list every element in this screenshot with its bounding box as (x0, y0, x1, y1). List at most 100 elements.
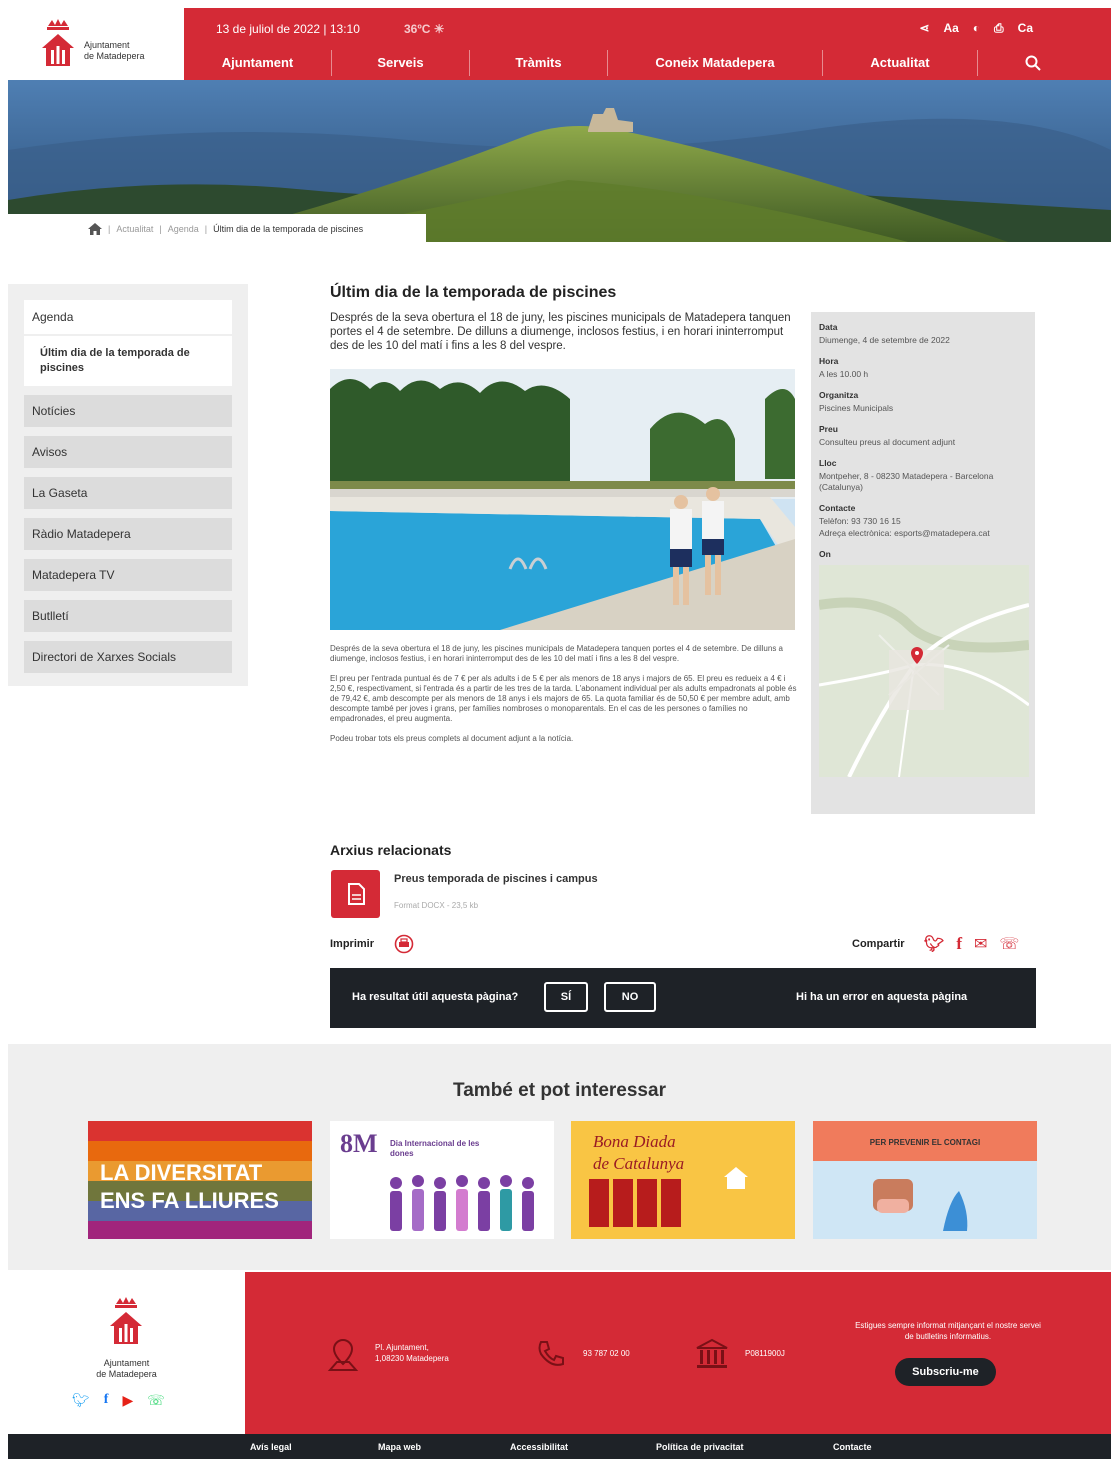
search-icon (1025, 55, 1041, 71)
date-time: 13 de juliol de 2022 | 13:10 (216, 22, 360, 36)
event-info-panel: Data Diumenge, 4 de setembre de 2022 Hor… (811, 312, 1035, 814)
breadcrumb-actualitat[interactable]: Actualitat (116, 224, 153, 234)
footer-phone[interactable]: 93 787 02 00 (583, 1348, 630, 1359)
site-logo[interactable]: Ajuntament de Matadepera (8, 8, 184, 80)
twitter-icon[interactable]: 🐦︎ (924, 934, 944, 954)
temperature: 36ºC ☀ (404, 22, 445, 36)
search-button[interactable] (978, 54, 1088, 72)
file-meta: Format DOCX - 23,5 kb (394, 901, 479, 910)
card-caption: Dia Internacional de les dones (390, 1139, 480, 1158)
info-label-preu: Preu (819, 424, 838, 434)
youtube-icon[interactable]: ▶ (122, 1392, 133, 1409)
info-value-preu: Consulteu preus al document adjunt (819, 437, 956, 447)
breadcrumb-agenda[interactable]: Agenda (168, 224, 199, 234)
sidebar-item-agenda[interactable]: Agenda (24, 300, 232, 334)
whatsapp-icon[interactable]: ☏ (147, 1392, 165, 1409)
sidebar-item-tv[interactable]: Matadepera TV (24, 559, 232, 591)
share-icons: 🐦︎ f ✉ ☏ (924, 934, 1019, 954)
footer-link-accessibilitat[interactable]: Accessibilitat (510, 1442, 568, 1452)
share-icon[interactable]: ⋖ (919, 21, 929, 36)
related-card-8m[interactable]: 8M Dia Internacional de les dones (330, 1121, 554, 1239)
share-label: Compartir (852, 938, 905, 950)
nav-tramits[interactable]: Tràmits (470, 50, 608, 76)
article-paragraph: El preu per l'entrada puntual és de 7 € … (330, 674, 797, 723)
sidebar-item-xarxes[interactable]: Directori de Xarxes Socials (24, 641, 232, 673)
soap-illustration (873, 1179, 968, 1231)
footer-logo-area: Ajuntament de Matadepera 🐦︎ f ▶ ☏ (8, 1272, 245, 1434)
sidebar-item-noticies[interactable]: Notícies (24, 395, 232, 427)
document-icon (348, 883, 365, 905)
whatsapp-icon[interactable]: ☏ (999, 934, 1019, 954)
sidebar-item-radio[interactable]: Ràdio Matadepera (24, 518, 232, 550)
report-error-link[interactable]: Hi ha un error en aquesta pàgina (796, 991, 967, 1003)
email-icon[interactable]: ✉ (974, 934, 987, 954)
footer-links: Avís legal Mapa web Accessibilitat Polít… (8, 1434, 1111, 1459)
nav-actualitat[interactable]: Actualitat (823, 50, 978, 76)
language-selector[interactable]: Ca (1018, 21, 1033, 36)
footer-org-name: Ajuntament de Matadepera (96, 1358, 157, 1379)
actions-row: Imprimir Compartir 🐦︎ f ✉ ☏ (330, 934, 1036, 956)
facebook-icon[interactable]: f (956, 934, 962, 954)
related-card-diada[interactable]: Bona Diada de Catalunya (571, 1121, 795, 1239)
sidebar-item-current[interactable]: Últim dia de la temporada de piscines (24, 336, 232, 386)
footer-social: 🐦︎ f ▶ ☏ (72, 1392, 165, 1409)
info-value-email[interactable]: Adreça electrònica: esports@matadepera.c… (819, 528, 1027, 539)
subscribe-button[interactable]: Subscriu-me (895, 1358, 996, 1386)
file-name-link[interactable]: Preus temporada de piscines i campus (394, 873, 598, 885)
card-text: Bona Diada (593, 1132, 676, 1151)
footer-link-avis-legal[interactable]: Avís legal (250, 1442, 292, 1452)
sidebar-item-avisos[interactable]: Avisos (24, 436, 232, 468)
file-download-button[interactable] (331, 870, 380, 918)
footer-link-contacte[interactable]: Contacte (833, 1442, 872, 1452)
font-size-icon[interactable]: Aa (943, 21, 958, 36)
info-label-lloc: Lloc (819, 458, 837, 468)
facebook-icon[interactable]: f (104, 1392, 109, 1409)
info-value-hora: A les 10.00 h (819, 369, 869, 379)
top-bar: 13 de juliol de 2022 | 13:10 36ºC ☀ ⋖ Aa… (184, 8, 1111, 80)
location-pin-icon (327, 1338, 359, 1371)
footer-contact: Pl. Ajuntament, 1,08230 Matadepera 93 78… (245, 1272, 1111, 1434)
footer-link-privacitat[interactable]: Política de privacitat (656, 1442, 744, 1452)
crest-icon (42, 19, 74, 66)
info-label-data: Data (819, 322, 838, 332)
info-label-on: On (819, 549, 831, 559)
nav-ajuntament[interactable]: Ajuntament (184, 50, 332, 76)
card-badge: 8M (340, 1129, 378, 1158)
related-section: També et pot interessar LA DIVERSITAT EN… (8, 1044, 1111, 1270)
feedback-bar: Ha resultat útil aquesta pàgina? SÍ NO H… (330, 968, 1036, 1028)
contrast-icon[interactable]: ◐ (973, 21, 980, 36)
sidebar: Agenda Últim dia de la temporada de pisc… (8, 284, 248, 686)
sidebar-item-la-gaseta[interactable]: La Gaseta (24, 477, 232, 509)
flag-stripes (589, 1179, 681, 1227)
info-value-organitza: Piscines Municipals (819, 403, 894, 413)
nav-coneix-matadepera[interactable]: Coneix Matadepera (608, 50, 823, 76)
printer-icon[interactable] (394, 934, 414, 954)
feedback-question: Ha resultat útil aquesta pàgina? (352, 991, 519, 1003)
related-card-contagi[interactable]: PER PREVENIR EL CONTAGI (813, 1121, 1037, 1239)
org-name: Ajuntament de Matadepera (84, 40, 145, 61)
sidebar-item-butlleti[interactable]: Butlletí (24, 600, 232, 632)
nav-serveis[interactable]: Serveis (332, 50, 470, 76)
print-label[interactable]: Imprimir (330, 938, 374, 950)
info-label-hora: Hora (819, 356, 839, 366)
info-value-telefon: Telèfon: 93 730 16 15 (819, 516, 901, 526)
crest-icon (110, 1297, 142, 1344)
breadcrumb: | Actualitat | Agenda | Últim dia de la … (8, 214, 426, 244)
toolbar: ⋖ Aa ◐ ⎙ Ca (919, 21, 1033, 36)
feedback-yes-button[interactable]: SÍ (544, 982, 588, 1012)
feedback-no-button[interactable]: NO (604, 982, 656, 1012)
article-paragraph: Podeu trobar tots els preus complets al … (330, 734, 574, 743)
card-text: LA DIVERSITAT (100, 1160, 263, 1185)
print-icon[interactable]: ⎙ (994, 21, 1004, 36)
footer-link-mapa-web[interactable]: Mapa web (378, 1442, 421, 1452)
related-card-diversitat[interactable]: LA DIVERSITAT ENS FA LLIURES (88, 1121, 312, 1239)
home-icon[interactable] (88, 223, 102, 235)
related-title: També et pot interessar (453, 1080, 666, 1101)
breadcrumb-current: Últim dia de la temporada de piscines (213, 224, 364, 234)
info-value-lloc: Montpeher, 8 - 08230 Matadepera - Barcel… (819, 471, 994, 492)
phone-icon (538, 1341, 564, 1366)
twitter-icon[interactable]: 🐦︎ (72, 1392, 90, 1409)
article-paragraph: Després de la seva obertura el 18 de jun… (330, 644, 784, 663)
location-map[interactable] (819, 565, 1029, 777)
card-text: de Catalunya (593, 1154, 685, 1173)
